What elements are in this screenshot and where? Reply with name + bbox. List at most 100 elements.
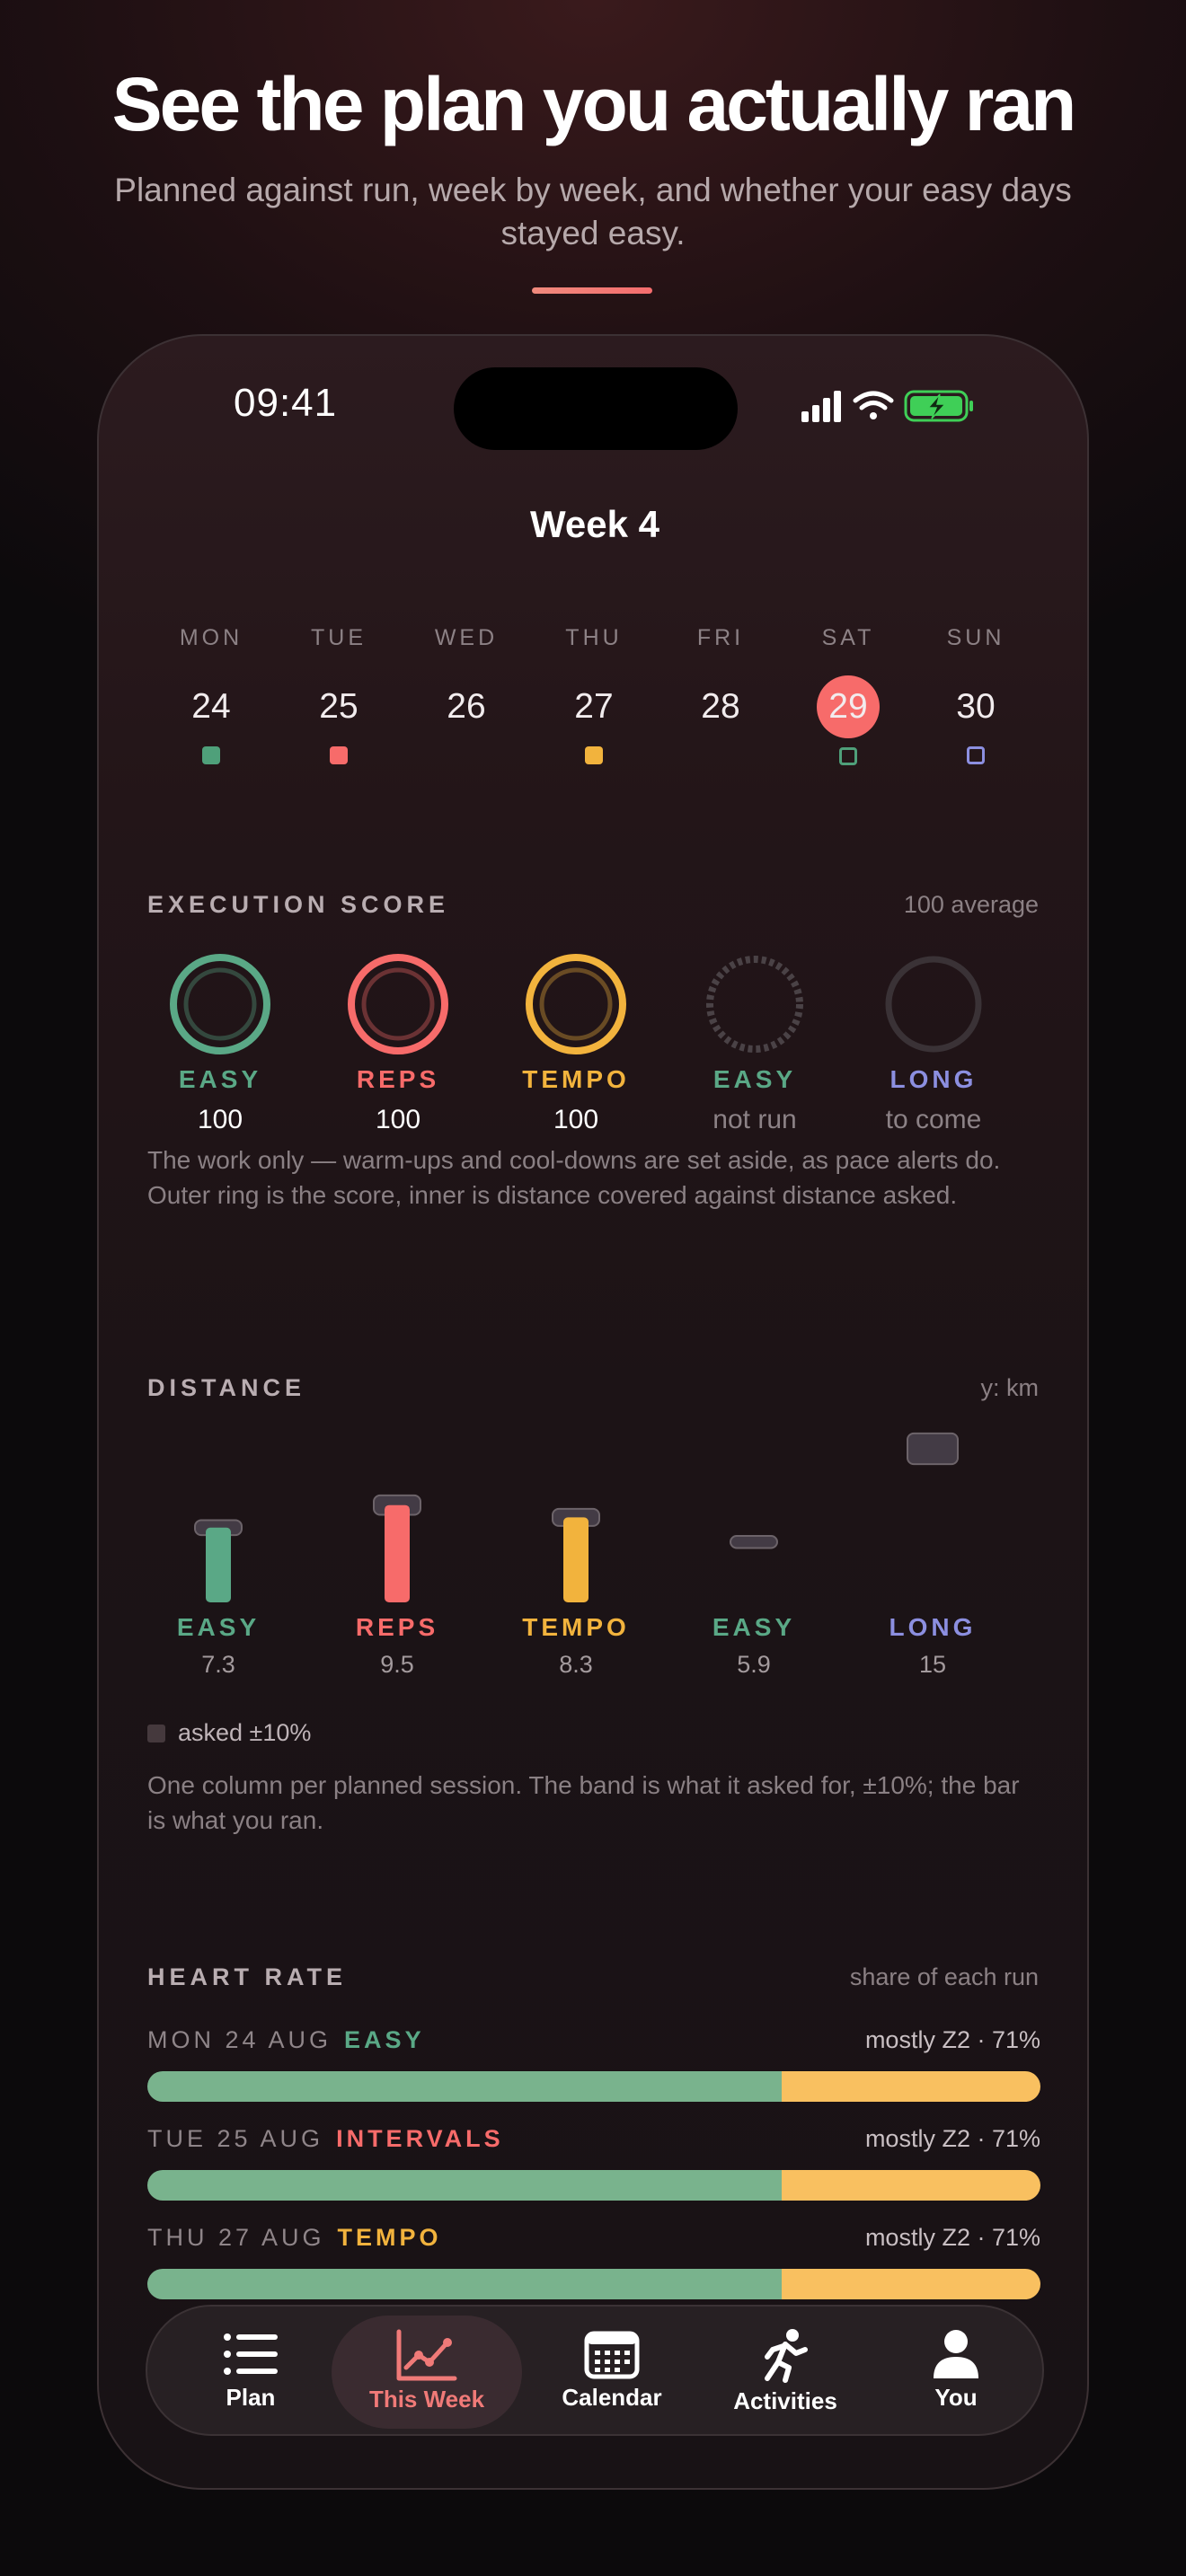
distance-value: 8.3 xyxy=(559,1651,593,1678)
score-ring-item[interactable]: EASY 100 xyxy=(144,950,296,1135)
score-ring-item[interactable]: TEMPO 100 xyxy=(500,950,652,1135)
day-of-week: TUE xyxy=(311,625,367,650)
score-label: REPS xyxy=(356,1065,440,1093)
distance-category: TEMPO xyxy=(522,1613,630,1641)
session-dot xyxy=(839,747,857,765)
execution-title: EXECUTION SCORE xyxy=(147,891,450,918)
score-value: not run xyxy=(712,1105,797,1134)
week-title: Week 4 xyxy=(530,503,659,545)
distance-category: LONG xyxy=(889,1613,977,1641)
heart-rate-row[interactable]: THU 27 AUG TEMPO mostly Z2 · 71% xyxy=(147,2224,1040,2299)
heart-rate-row-header: THU 27 AUG TEMPO mostly Z2 · 71% xyxy=(147,2224,1040,2260)
tab-calendar[interactable]: Calendar xyxy=(527,2307,697,2438)
wifi-icon xyxy=(853,391,894,419)
score-value: 100 xyxy=(197,1105,243,1134)
accent-divider xyxy=(532,287,652,294)
run-date: THU 27 AUG xyxy=(147,2224,325,2251)
distance-value: 5.9 xyxy=(737,1651,771,1678)
score-ring-item[interactable]: REPS 100 xyxy=(322,950,474,1135)
tab-label-you: You xyxy=(934,2384,978,2411)
asked-band xyxy=(730,1535,778,1549)
run-date: TUE 25 AUG xyxy=(147,2125,324,2152)
legend-swatch xyxy=(147,1724,165,1742)
tab-label-calendar: Calendar xyxy=(562,2384,662,2411)
day-column[interactable]: FRI 28 xyxy=(671,625,770,764)
score-label: LONG xyxy=(890,1065,978,1093)
distance-title: DISTANCE xyxy=(147,1374,306,1401)
session-dot xyxy=(967,746,985,764)
tab-activities[interactable]: Activities xyxy=(700,2307,871,2438)
day-column[interactable]: SAT 29 xyxy=(799,625,898,765)
score-ring xyxy=(170,954,270,1054)
score-ring xyxy=(706,956,803,1053)
heart-rate-summary: share of each run xyxy=(849,1963,1039,1990)
distance-column-label: REPS 9.5 xyxy=(321,1613,474,1679)
score-label: EASY xyxy=(178,1065,262,1093)
zone-bar xyxy=(147,2071,1040,2102)
distance-legend: asked ±10% xyxy=(147,1719,311,1747)
distance-unit-label: y: km xyxy=(980,1374,1040,1401)
distance-column-label: EASY 7.3 xyxy=(142,1613,295,1679)
heart-rate-row-header: TUE 25 AUG INTERVALS mostly Z2 · 71% xyxy=(147,2125,1040,2161)
distance-value: 7.3 xyxy=(201,1651,235,1678)
day-of-week: SAT xyxy=(821,625,875,650)
day-column[interactable]: THU 27 xyxy=(544,625,643,764)
day-number: 24 xyxy=(191,687,231,726)
hero-subtitle: Planned against run, week by week, and w… xyxy=(114,172,1072,251)
battery-charging-icon xyxy=(904,390,973,422)
tab-plan[interactable]: Plan xyxy=(165,2307,336,2438)
day-number: 26 xyxy=(447,687,486,726)
distance-column-label: EASY 5.9 xyxy=(677,1613,830,1679)
day-of-week: THU xyxy=(565,625,623,650)
ran-bar[interactable] xyxy=(206,1527,231,1602)
execution-summary: 100 average xyxy=(903,891,1039,918)
heart-rate-row[interactable]: MON 24 AUG EASY mostly Z2 · 71% xyxy=(147,2026,1040,2102)
score-ring xyxy=(885,956,982,1053)
dynamic-island xyxy=(454,367,738,450)
ran-bar[interactable] xyxy=(563,1517,589,1602)
tab-this-week[interactable]: This Week xyxy=(332,2316,522,2429)
hero-title: See the plan you actually ran xyxy=(111,62,1077,146)
person-icon xyxy=(934,2330,978,2378)
score-label: EASY xyxy=(712,1065,797,1093)
heart-rate-title: HEART RATE xyxy=(147,1963,347,1990)
score-value: 100 xyxy=(553,1105,599,1134)
asked-band xyxy=(907,1432,959,1466)
score-ring xyxy=(526,954,626,1054)
zone-summary: mostly Z2 · 71% xyxy=(864,2224,1040,2251)
signal-icon xyxy=(801,391,841,422)
score-value: 100 xyxy=(375,1105,421,1134)
tab-label-activities: Activities xyxy=(733,2387,837,2414)
day-column[interactable]: TUE 25 xyxy=(289,625,388,764)
distance-chart xyxy=(194,1432,959,1602)
zone-2-segment xyxy=(147,2071,782,2102)
ran-bar[interactable] xyxy=(385,1504,410,1602)
tab-you[interactable]: You xyxy=(871,2307,1041,2438)
run-type: EASY xyxy=(344,2026,425,2053)
session-dot xyxy=(585,746,603,764)
distance-value: 9.5 xyxy=(380,1651,414,1678)
day-column[interactable]: WED 26 xyxy=(417,625,516,764)
day-column[interactable]: SUN 30 xyxy=(926,625,1025,764)
day-of-week: MON xyxy=(179,625,243,650)
score-ring-item[interactable]: EASY not run xyxy=(678,950,831,1135)
zone-bar xyxy=(147,2269,1040,2299)
score-ring-item[interactable]: LONG to come xyxy=(857,950,1010,1135)
tab-label-plan: Plan xyxy=(226,2384,276,2411)
distance-column-label: LONG 15 xyxy=(856,1613,1009,1679)
zone-summary: mostly Z2 · 71% xyxy=(864,2125,1040,2152)
distance-category: EASY xyxy=(176,1613,261,1641)
day-column[interactable]: MON 24 xyxy=(162,625,261,764)
distance-category: REPS xyxy=(355,1613,439,1641)
legend-label: asked ±10% xyxy=(178,1719,312,1746)
calendar-icon xyxy=(584,2331,640,2379)
day-number: 30 xyxy=(956,687,996,726)
run-type: TEMPO xyxy=(337,2224,442,2251)
zone-3-segment xyxy=(781,2071,1040,2102)
heart-rate-row[interactable]: TUE 25 AUG INTERVALS mostly Z2 · 71% xyxy=(147,2125,1040,2201)
execution-note: The work only — warm-ups and cool-downs … xyxy=(147,1146,1001,1209)
zone-3-segment xyxy=(781,2170,1040,2201)
score-value: to come xyxy=(885,1105,982,1134)
zone-3-segment xyxy=(781,2269,1040,2299)
day-number-today: 29 xyxy=(817,675,880,738)
